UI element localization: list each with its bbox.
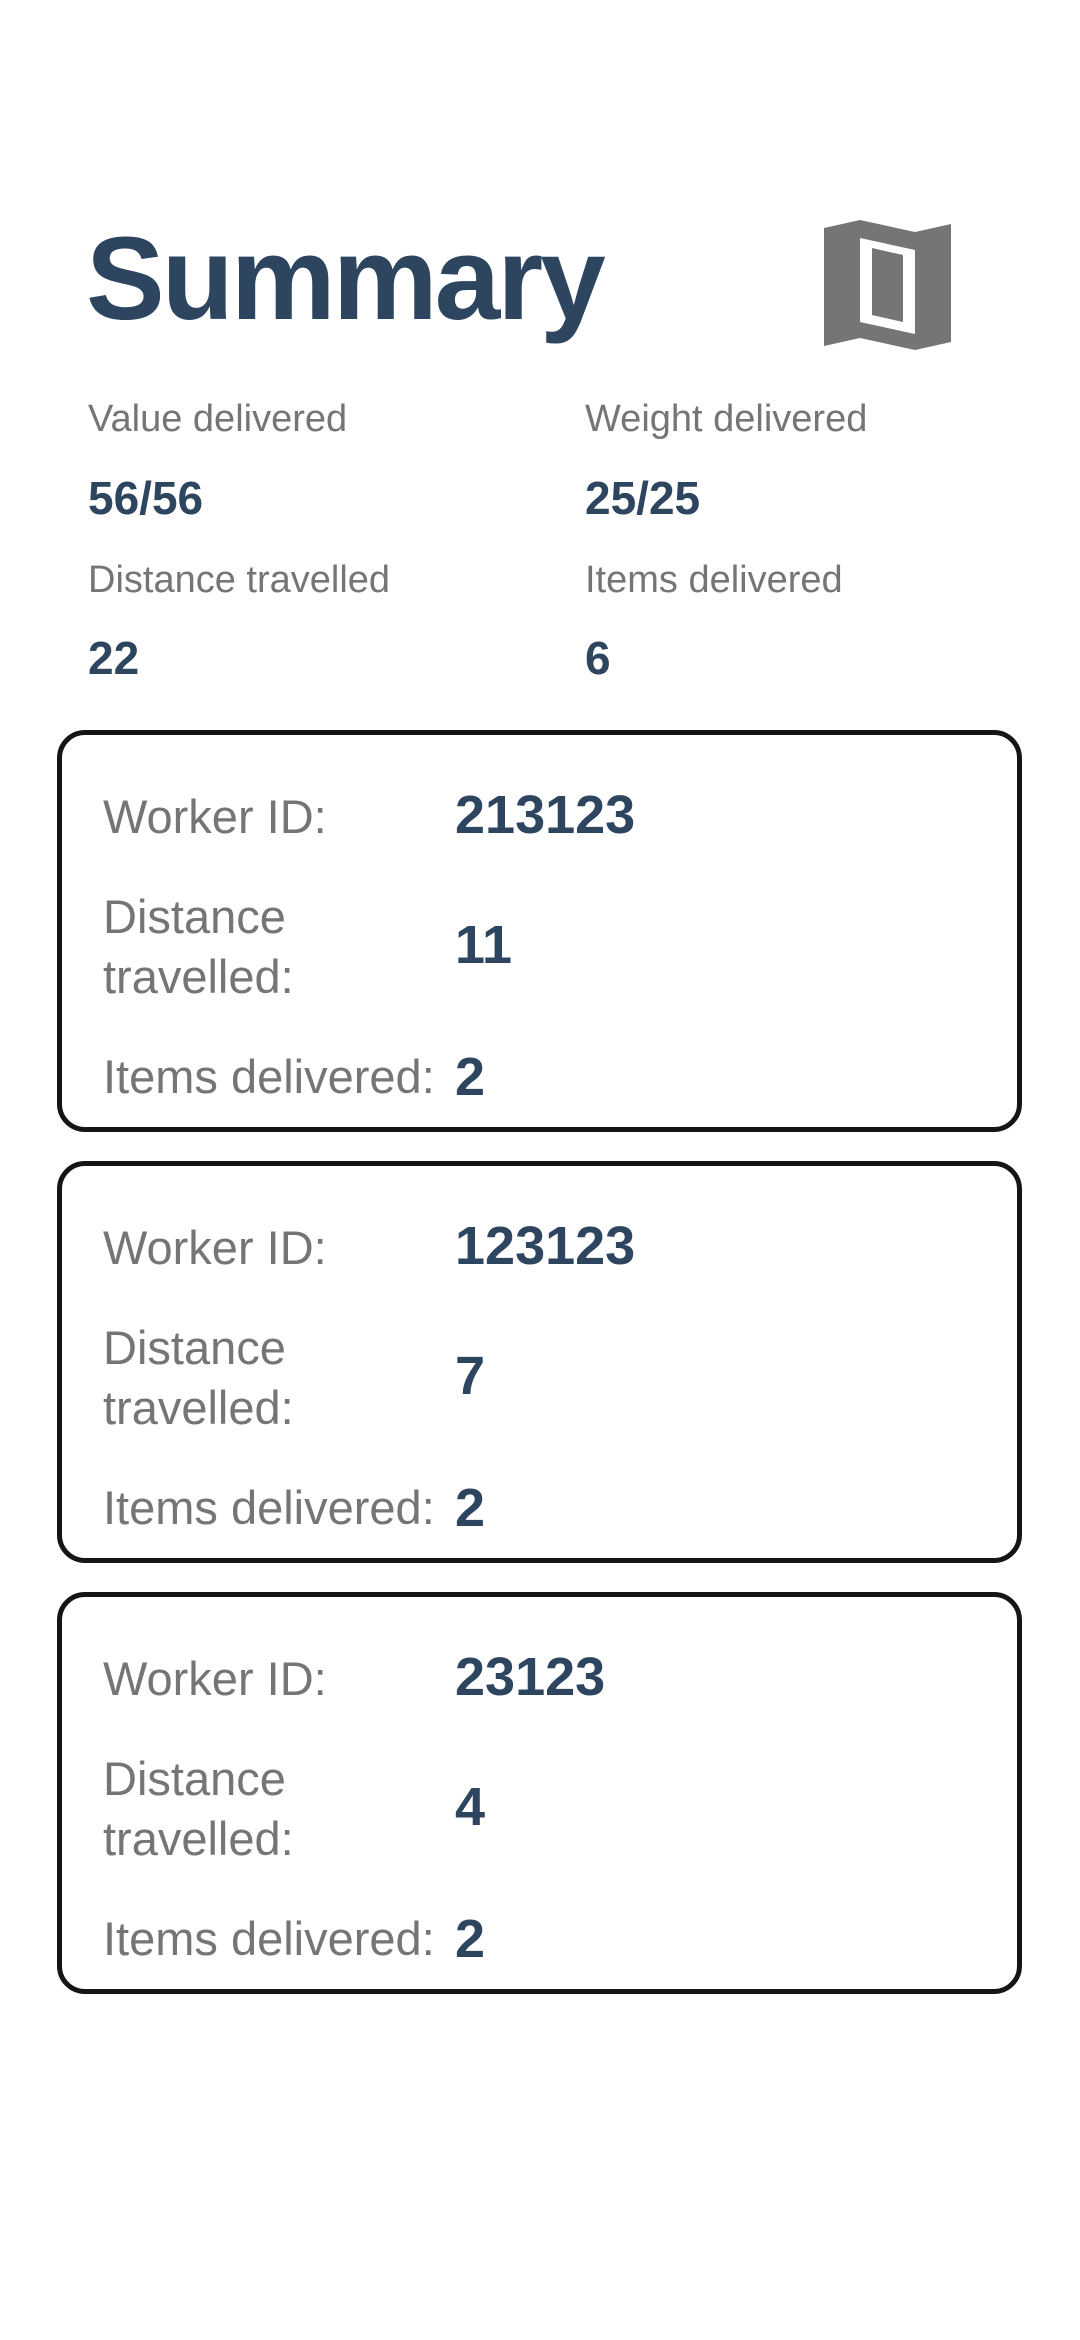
worker-id-value: 213123	[455, 785, 636, 845]
distance-label: Distance travelled:	[103, 1752, 294, 1865]
items-delivered-label: Items delivered:	[103, 1050, 435, 1103]
items-delivered-label: Items delivered	[585, 559, 843, 601]
distance-label: Distance travelled:	[103, 1321, 294, 1434]
worker-id-value: 23123	[455, 1647, 606, 1707]
distance-label: Distance travelled:	[103, 890, 294, 1003]
worker-card: Worker ID: 23123 Distance travelled: 4 I…	[57, 1592, 1022, 1994]
weight-delivered-value: 25/25	[585, 472, 701, 524]
worker-id-label: Worker ID:	[103, 790, 327, 843]
worker-id-value: 123123	[455, 1216, 636, 1276]
items-delivered-value: 2	[455, 1047, 486, 1107]
map-icon	[824, 220, 951, 350]
items-delivered-label: Items delivered:	[103, 1912, 435, 1965]
items-delivered-value: 2	[455, 1478, 486, 1538]
items-delivered-value: 6	[585, 632, 611, 684]
map-button[interactable]	[820, 220, 955, 355]
distance-travelled-value: 22	[88, 632, 140, 684]
worker-card: Worker ID: 213123 Distance travelled: 11…	[57, 730, 1022, 1132]
worker-id-label: Worker ID:	[103, 1652, 327, 1705]
weight-delivered-label: Weight delivered	[585, 398, 868, 440]
items-delivered-value: 2	[455, 1909, 486, 1969]
page-title: Summary	[86, 213, 606, 345]
distance-travelled-label: Distance travelled	[88, 559, 391, 601]
value-delivered-label: Value delivered	[88, 398, 348, 440]
distance-value: 11	[455, 915, 513, 975]
distance-value: 7	[455, 1346, 486, 1406]
items-delivered-label: Items delivered:	[103, 1481, 435, 1534]
distance-value: 4	[455, 1777, 486, 1837]
value-delivered-value: 56/56	[88, 472, 204, 524]
worker-card: Worker ID: 123123 Distance travelled: 7 …	[57, 1161, 1022, 1563]
worker-id-label: Worker ID:	[103, 1221, 327, 1274]
